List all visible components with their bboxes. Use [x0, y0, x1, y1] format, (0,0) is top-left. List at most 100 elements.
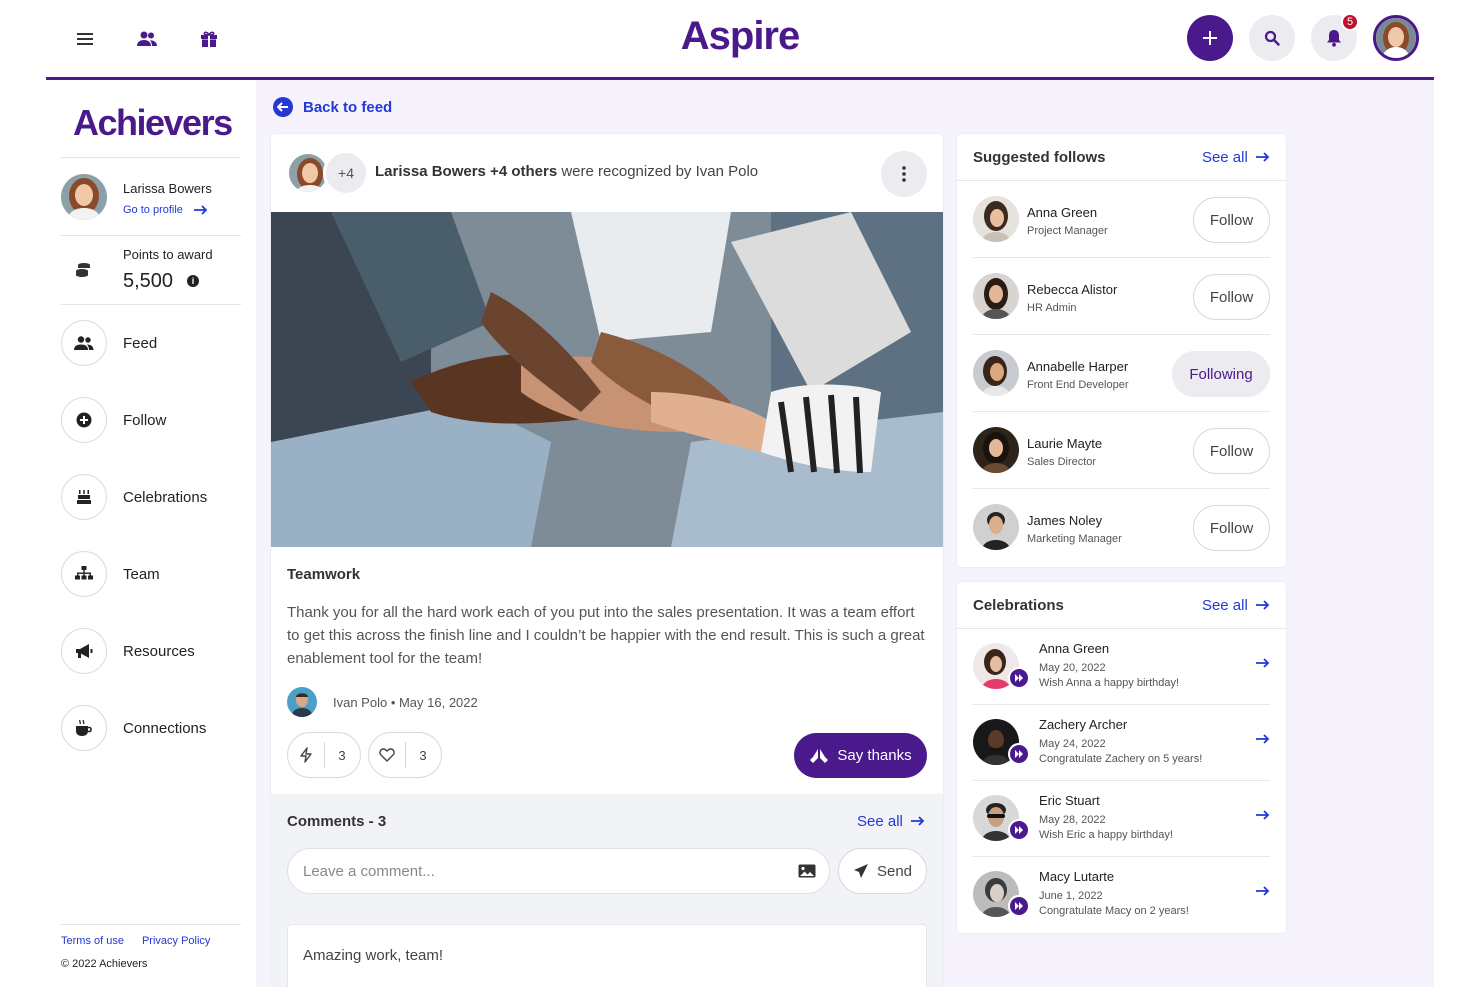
profile-summary: Larissa Bowers Go to profile: [61, 174, 241, 222]
comment-input[interactable]: Leave a comment...: [287, 848, 830, 894]
person-name: Annabelle Harper: [1027, 359, 1129, 374]
points-value: 5,500: [123, 270, 174, 292]
terms-link[interactable]: Terms of use: [61, 935, 124, 947]
more-options-button[interactable]: [881, 151, 927, 197]
comment-card: Amazing work, team!: [287, 924, 927, 987]
celebration-item[interactable]: Eric Stuart May 28, 2022 Wish Eric a hap…: [973, 781, 1270, 857]
create-button[interactable]: [1187, 15, 1233, 61]
recipients-names[interactable]: Larissa Bowers +4 others: [375, 163, 557, 180]
celebration-item[interactable]: Macy Lutarte June 1, 2022 Congratulate M…: [973, 857, 1270, 933]
boost-count: 3: [338, 747, 346, 763]
user-avatar[interactable]: [1373, 15, 1419, 61]
celebration-item[interactable]: Zachery Archer May 24, 2022 Congratulate…: [973, 705, 1270, 781]
sidebar-item-label: Connections: [123, 719, 207, 737]
sidebar: Achievers Larissa Bowers Go to profile P…: [46, 80, 256, 987]
sidebar-item-celebrations[interactable]: Celebrations: [61, 473, 241, 521]
comments-see-all-link[interactable]: See all: [857, 813, 925, 830]
send-comment-button[interactable]: Send: [838, 848, 927, 894]
celebration-message: Congratulate Zachery on 5 years!: [1039, 753, 1203, 765]
kebab-icon: [902, 166, 906, 182]
person-name: Anna Green: [1039, 641, 1110, 656]
search-button[interactable]: [1249, 15, 1295, 61]
sidebar-item-follow[interactable]: Follow: [61, 396, 241, 444]
person-avatar[interactable]: [973, 504, 1019, 550]
go-to-profile-link[interactable]: Go to profile: [123, 204, 208, 216]
copyright: © 2022 Achievers: [61, 958, 148, 970]
like-count: 3: [419, 747, 427, 763]
coffee-icon: [61, 705, 107, 751]
search-icon: [1264, 30, 1280, 46]
sidebar-item-label: Follow: [123, 411, 167, 429]
lightning-icon: [288, 747, 324, 763]
celebration-date: May 20, 2022: [1039, 662, 1106, 674]
person-avatar[interactable]: [973, 427, 1019, 473]
image-upload-icon[interactable]: [798, 864, 816, 878]
panel-header: Celebrations See all: [957, 582, 1286, 629]
like-reaction-button[interactable]: 3: [368, 732, 442, 778]
people-icon[interactable]: [132, 24, 162, 54]
person-name: Laurie Mayte: [1027, 436, 1103, 451]
arrow-right-icon[interactable]: [1256, 883, 1270, 901]
recipient-avatars[interactable]: +4: [287, 150, 369, 196]
follow-button[interactable]: Follow: [1193, 197, 1270, 243]
info-icon[interactable]: i: [187, 275, 199, 287]
suggested-follows-panel: Suggested follows See all Anna Green Pro…: [957, 134, 1286, 567]
recognition-post: +4 Larissa Bowers +4 others were recogni…: [271, 134, 943, 987]
hamburger-menu-icon[interactable]: [70, 24, 100, 54]
following-button[interactable]: Following: [1172, 351, 1270, 397]
boost-reaction-button[interactable]: 3: [287, 732, 361, 778]
person-name: Eric Stuart: [1039, 793, 1100, 808]
comments-section: Comments - 3 See all Leave a comment... …: [271, 794, 943, 987]
celebration-badge-icon: [1008, 667, 1030, 689]
notification-badge: 5: [1341, 13, 1359, 31]
brand-logo[interactable]: Aspire: [681, 14, 800, 58]
arrow-right-icon[interactable]: [1256, 731, 1270, 749]
suggested-see-all-link[interactable]: See all: [1202, 149, 1270, 166]
suggested-person: Annabelle Harper Front End Developer Fol…: [973, 335, 1270, 412]
comment-placeholder: Leave a comment...: [303, 862, 435, 880]
gift-icon[interactable]: [194, 24, 224, 54]
panel-header: Suggested follows See all: [957, 134, 1286, 181]
person-role: Project Manager: [1027, 225, 1108, 237]
more-recipients-badge: +4: [323, 150, 369, 196]
celebration-date: May 28, 2022: [1039, 814, 1106, 826]
sidebar-item-resources[interactable]: Resources: [61, 627, 241, 675]
author-avatar[interactable]: [287, 687, 317, 717]
person-name: James Noley: [1027, 513, 1103, 528]
panel-title: Suggested follows: [973, 149, 1106, 166]
person-name: Rebecca Alistor: [1027, 282, 1118, 297]
person-role: Front End Developer: [1027, 379, 1129, 391]
celebrations-see-all-link[interactable]: See all: [1202, 597, 1270, 614]
privacy-link[interactable]: Privacy Policy: [142, 935, 210, 947]
celebration-message: Wish Anna a happy birthday!: [1039, 677, 1180, 689]
follow-button[interactable]: Follow: [1193, 274, 1270, 320]
post-header-text: Larissa Bowers +4 others were recognized…: [375, 163, 758, 180]
celebrations-panel: Celebrations See all Anna Green May 20, …: [957, 582, 1286, 933]
arrow-right-icon[interactable]: [1256, 807, 1270, 825]
top-bar: Aspire 5: [46, 0, 1434, 80]
achievers-logo[interactable]: Achievers: [73, 102, 233, 144]
sidebar-item-connections[interactable]: Connections: [61, 704, 241, 752]
divider: [61, 235, 241, 236]
celebration-message: Wish Eric a happy birthday!: [1039, 829, 1173, 841]
profile-avatar[interactable]: [61, 174, 107, 220]
arrow-right-icon: [1256, 152, 1270, 162]
follow-button[interactable]: Follow: [1193, 428, 1270, 474]
comments-title: Comments - 3: [287, 813, 387, 830]
notifications-button[interactable]: 5: [1311, 13, 1359, 61]
follow-button[interactable]: Follow: [1193, 505, 1270, 551]
suggested-person: Anna Green Project Manager Follow: [973, 181, 1270, 258]
person-role: Sales Director: [1027, 456, 1097, 468]
arrow-right-icon[interactable]: [1256, 655, 1270, 673]
person-avatar[interactable]: [973, 196, 1019, 242]
say-thanks-button[interactable]: Say thanks: [794, 733, 927, 778]
praying-hands-icon: [810, 748, 829, 763]
sidebar-item-team[interactable]: Team: [61, 550, 241, 598]
panel-title: Celebrations: [973, 597, 1064, 614]
back-to-feed-link[interactable]: Back to feed: [273, 97, 392, 117]
sidebar-item-feed[interactable]: Feed: [61, 319, 241, 367]
back-to-feed-label: Back to feed: [303, 98, 393, 116]
celebration-item[interactable]: Anna Green May 20, 2022 Wish Anna a happ…: [973, 629, 1270, 705]
person-avatar[interactable]: [973, 350, 1019, 396]
person-avatar[interactable]: [973, 273, 1019, 319]
